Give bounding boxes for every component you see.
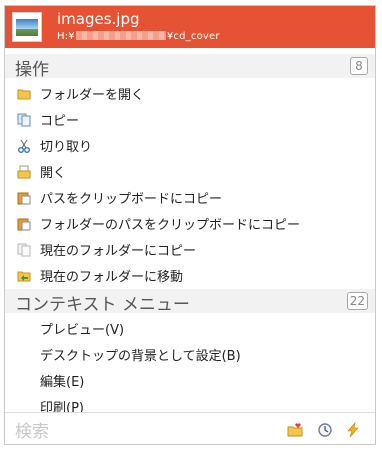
context-item-edit[interactable]: 編集(E)	[5, 367, 375, 393]
search-bar[interactable]: 検索	[5, 412, 375, 444]
menu-item-copy-path[interactable]: パスをクリップボードにコピー	[5, 184, 375, 210]
file-header: images.jpg H:¥ ¥cd_cover	[5, 6, 375, 48]
menu-item-copy-folder-path[interactable]: フォルダーのパスをクリップボードにコピー	[5, 210, 375, 236]
clipboard-folder-icon	[17, 216, 31, 231]
move-to-folder-icon	[17, 268, 31, 282]
file-path: H:¥ ¥cd_cover	[57, 31, 220, 42]
context-item-set-wallpaper[interactable]: デスクトップの背景として設定(B)	[5, 341, 375, 367]
file-name: images.jpg	[57, 10, 140, 28]
menu-item-move-to-current-folder[interactable]: 現在のフォルダーに移動	[5, 262, 375, 288]
section-title: 操作	[15, 60, 49, 80]
section-context-menu: コンテキスト メニュー 22	[5, 289, 375, 315]
path-redacted	[75, 31, 166, 40]
menu-item-cut[interactable]: 切り取り	[5, 132, 375, 158]
clipboard-icon	[17, 190, 31, 205]
launcher-panel: images.jpg H:¥ ¥cd_cover 操作 8 フォルダーを開く コピ…	[4, 5, 376, 445]
context-item-preview[interactable]: プレビュー(V)	[5, 315, 375, 341]
history-icon[interactable]	[316, 422, 334, 438]
folder-open-icon	[17, 86, 31, 100]
menu-item-open-folder[interactable]: フォルダーを開く	[5, 80, 375, 106]
section-title: コンテキスト メニュー	[15, 295, 190, 315]
search-input[interactable]: 検索	[15, 417, 49, 442]
section-operations: 操作 8	[5, 54, 375, 80]
scissors-icon	[17, 138, 31, 153]
open-icon	[17, 164, 31, 179]
file-thumbnail	[12, 12, 42, 42]
section-count: 8	[350, 57, 368, 75]
section-count: 22	[346, 292, 368, 310]
menu-item-copy-to-current-folder[interactable]: 現在のフォルダーにコピー	[5, 236, 375, 262]
copy-to-folder-icon	[17, 242, 31, 257]
menu-item-open[interactable]: 開く	[5, 158, 375, 184]
copy-icon	[17, 112, 31, 127]
lightning-icon[interactable]	[344, 421, 362, 438]
favorites-icon[interactable]	[287, 422, 305, 438]
menu-item-copy[interactable]: コピー	[5, 106, 375, 132]
